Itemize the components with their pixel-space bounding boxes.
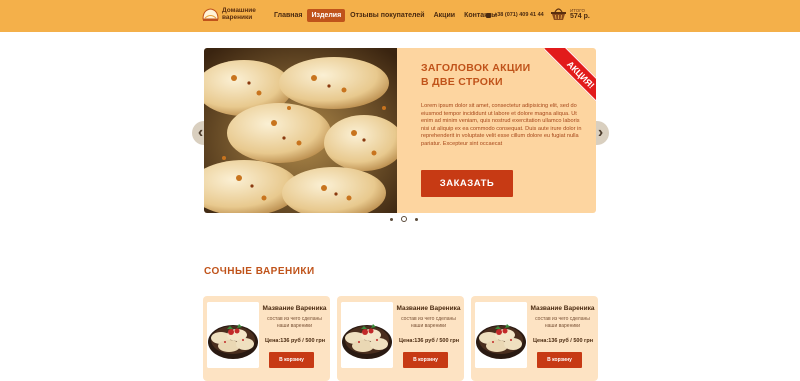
cart-total: 574 р.	[570, 12, 590, 20]
page: Домашние вареники Главная Изделия Отзывы…	[0, 0, 800, 381]
chevron-left-icon: ‹	[197, 124, 204, 141]
product-photo	[207, 302, 259, 368]
product-name: Мазвание Вареника	[530, 305, 595, 312]
product-description: состав из чего сделаны наши вареники	[535, 316, 590, 329]
phone-icon	[486, 12, 491, 18]
nav-item-reviews[interactable]: Отзывы покупателей	[346, 9, 428, 22]
cart-summary: ИТОГО 574 р.	[570, 8, 590, 20]
promo-dumplings-photo	[204, 48, 397, 213]
product-description: состав из чего сделаны наши вареники	[267, 316, 322, 329]
main-nav: Главная Изделия Отзывы покупателей Акции…	[270, 8, 502, 22]
nav-item-products[interactable]: Изделия	[307, 8, 346, 22]
product-price: Цена:136 руб / 500 грн	[532, 338, 594, 344]
product-name: Мазвание Вареника	[262, 305, 327, 312]
phone-number: +38 (071) 409 41 44	[494, 12, 544, 18]
nav-item-home[interactable]: Главная	[270, 9, 306, 22]
product-card: Мазвание Вареника состав из чего сделаны…	[203, 296, 330, 381]
product-photo	[475, 302, 527, 368]
promo-ribbon: АКЦИЯ!	[534, 48, 596, 110]
phone-block[interactable]: +38 (071) 409 41 44	[486, 12, 544, 18]
slider-dot-1[interactable]	[390, 217, 393, 221]
product-price: Цена:136 руб / 500 грн	[398, 338, 460, 344]
add-to-cart-button[interactable]: В корзину	[269, 352, 314, 368]
section-title: СОЧНЫЕ ВАРЕНИКИ	[204, 266, 315, 277]
product-card: Мазвание Вареника состав из чего сделаны…	[337, 296, 464, 381]
basket-icon	[551, 8, 566, 20]
promo-title: ЗАГОЛОВОК АКЦИИ В ДВЕ СТРОКИ	[421, 62, 531, 88]
add-to-cart-button[interactable]: В корзину	[403, 352, 448, 368]
slider-dot-2[interactable]	[401, 216, 407, 222]
slider-dots	[386, 216, 422, 222]
promo-slider: ЗАГОЛОВОК АКЦИИ В ДВЕ СТРОКИ Lorem ipsum…	[204, 48, 596, 213]
add-to-cart-button[interactable]: В корзину	[537, 352, 582, 368]
header: Домашние вареники Главная Изделия Отзывы…	[0, 0, 800, 32]
order-button[interactable]: ЗАКАЗАТЬ	[421, 170, 513, 197]
logo-text: Домашние вареники	[222, 7, 258, 21]
chevron-right-icon: ›	[597, 124, 604, 141]
product-card: Мазвание Вареника состав из чего сделаны…	[471, 296, 598, 381]
cart[interactable]: ИТОГО 574 р.	[550, 6, 590, 21]
product-name: Мазвание Вареника	[396, 305, 461, 312]
product-photo	[341, 302, 393, 368]
promo-panel: ЗАГОЛОВОК АКЦИИ В ДВЕ СТРОКИ Lorem ipsum…	[397, 48, 596, 213]
logo-dumpling-icon	[202, 8, 219, 21]
promo-ribbon-label: АКЦИЯ!	[543, 48, 596, 110]
nav-item-promotions[interactable]: Акции	[430, 9, 459, 22]
logo[interactable]: Домашние вареники	[202, 6, 258, 22]
logo-line2: вареники	[222, 14, 253, 21]
slider-dot-3[interactable]	[415, 217, 418, 221]
logo-line1: Домашние	[222, 7, 256, 14]
product-price: Цена:136 руб / 500 грн	[264, 338, 326, 344]
product-description: состав из чего сделаны наши вареники	[401, 316, 456, 329]
